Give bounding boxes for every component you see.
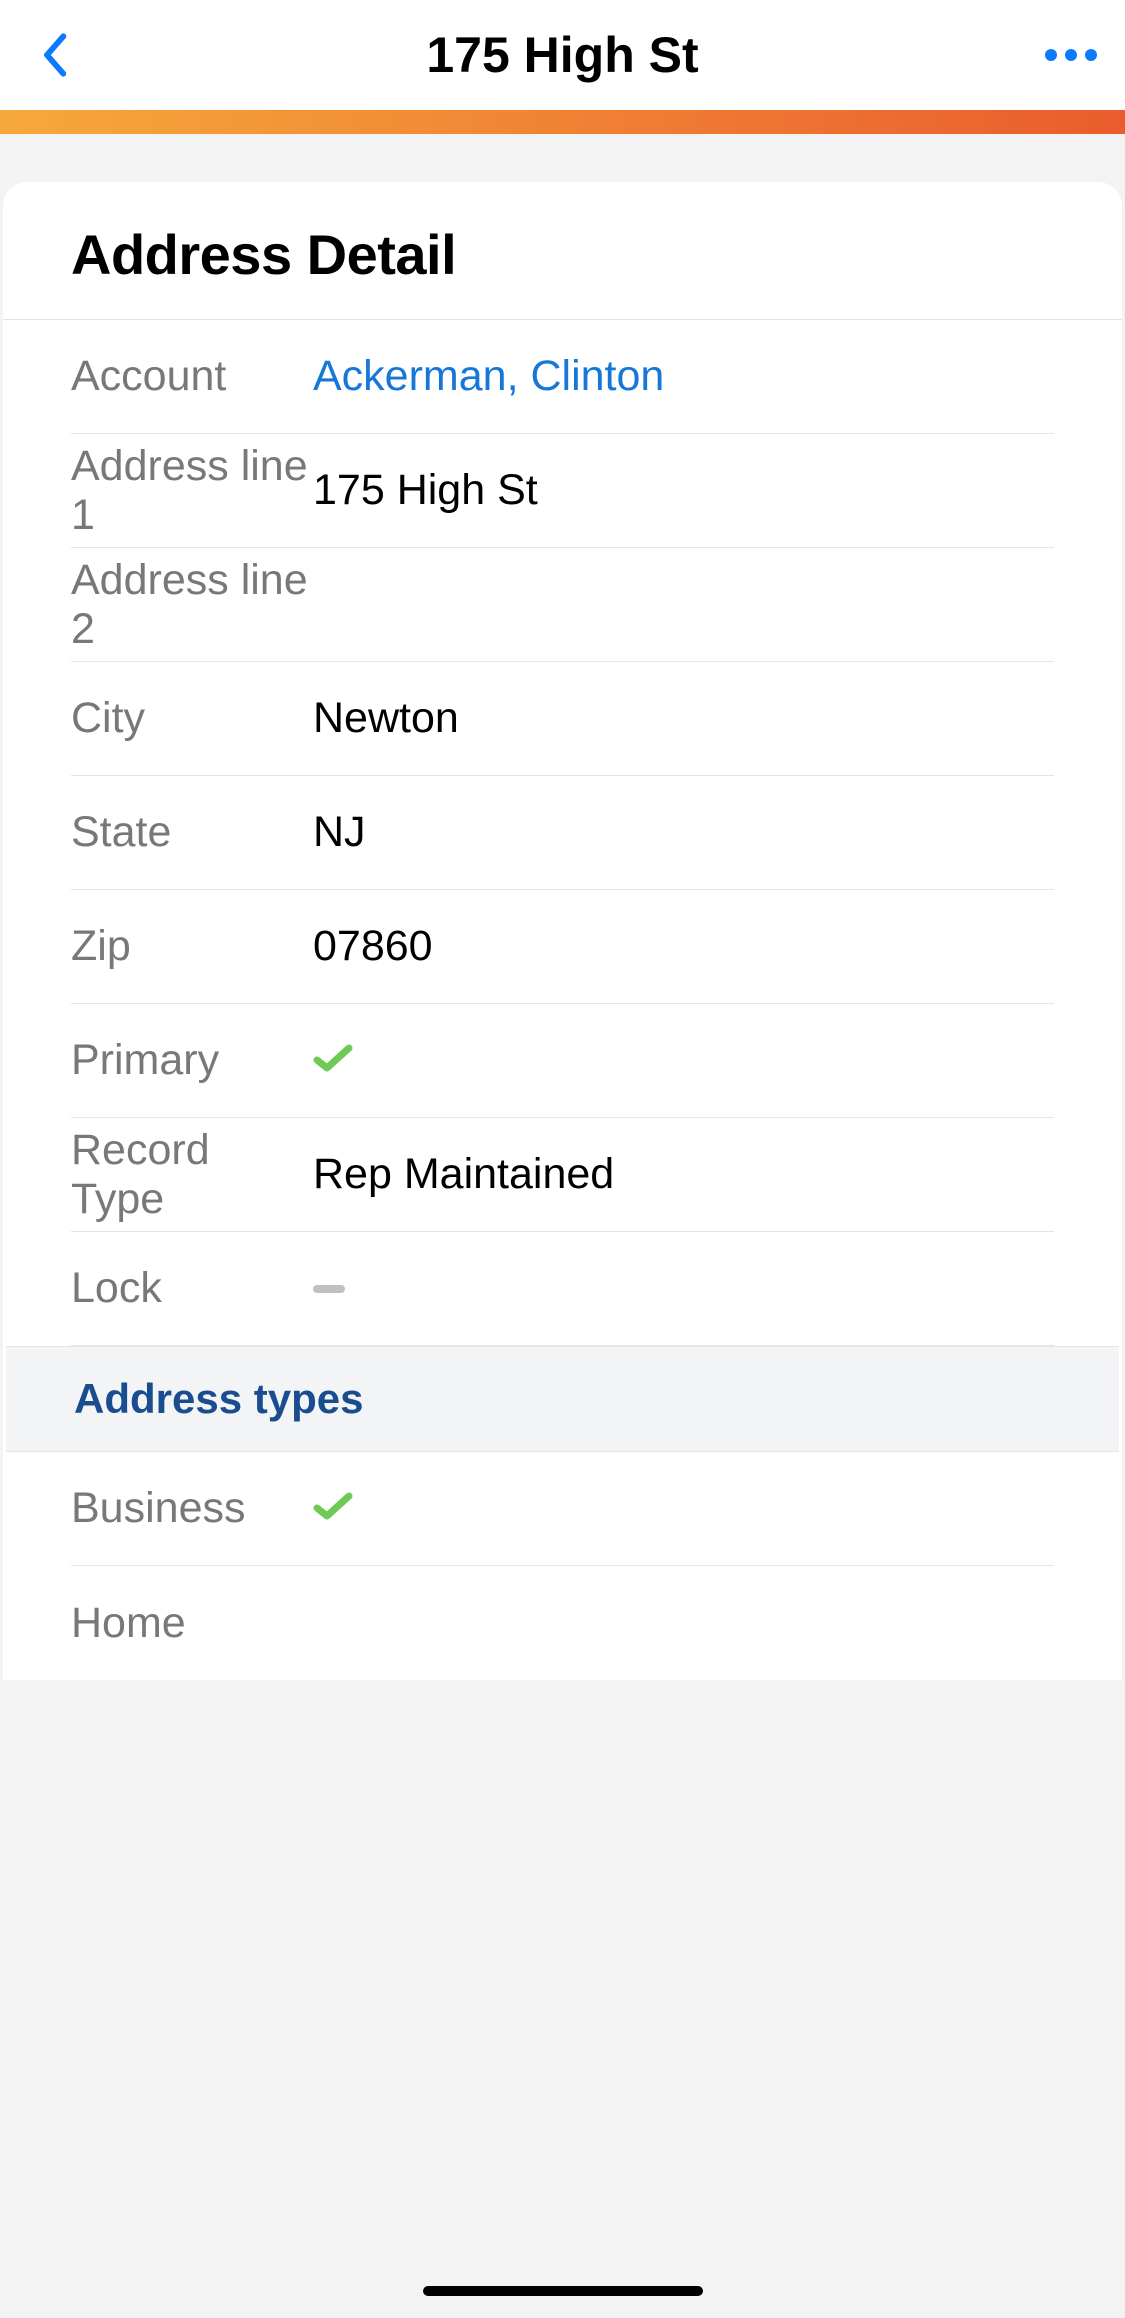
city-value: Newton [313,694,459,743]
row-address2: Address line 2 [71,548,1054,662]
more-horizontal-icon [1045,49,1097,61]
spacer [0,134,1125,182]
page-title: 175 High St [426,26,698,84]
more-button[interactable] [1041,25,1101,85]
zip-label: Zip [71,922,313,971]
row-home: Home [71,1566,1054,1680]
zip-value: 07860 [313,922,433,971]
recordtype-value: Rep Maintained [313,1150,614,1199]
row-account: Account Ackerman, Clinton [71,320,1054,434]
business-value [313,1484,353,1533]
section-title: Address types [74,1375,1051,1423]
primary-label: Primary [71,1036,313,1085]
chevron-left-icon [40,31,68,79]
state-value: NJ [313,808,366,857]
address2-label: Address line 2 [71,556,313,654]
row-business: Business [71,1452,1054,1566]
nav-bar: 175 High St [0,0,1125,110]
primary-value [313,1036,353,1085]
business-label: Business [71,1484,313,1533]
row-city: City Newton [71,662,1054,776]
recordtype-label: Record Type [71,1126,313,1224]
city-label: City [71,694,313,743]
row-recordtype: Record Type Rep Maintained [71,1118,1054,1232]
card-title: Address Detail [71,222,1054,287]
row-zip: Zip 07860 [71,890,1054,1004]
detail-rows: Account Ackerman, Clinton Address line 1… [3,320,1122,1680]
state-label: State [71,808,313,857]
checkmark-icon [313,1042,353,1074]
account-link[interactable]: Ackerman, Clinton [313,352,664,401]
home-indicator[interactable] [423,2286,703,2296]
row-lock: Lock [71,1232,1054,1346]
lock-value [313,1285,345,1293]
address1-value: 175 High St [313,466,538,515]
row-address1: Address line 1 175 High St [71,434,1054,548]
lock-label: Lock [71,1264,313,1313]
checkmark-icon [313,1490,353,1522]
row-state: State NJ [71,776,1054,890]
card-header: Address Detail [3,182,1122,320]
detail-card: Address Detail Account Ackerman, Clinton… [3,182,1122,1680]
row-primary: Primary [71,1004,1054,1118]
back-button[interactable] [24,25,84,85]
dash-icon [313,1285,345,1293]
section-address-types: Address types [6,1346,1119,1452]
account-label: Account [71,352,313,401]
home-label: Home [71,1599,313,1648]
accent-bar [0,110,1125,134]
address1-label: Address line 1 [71,442,313,540]
